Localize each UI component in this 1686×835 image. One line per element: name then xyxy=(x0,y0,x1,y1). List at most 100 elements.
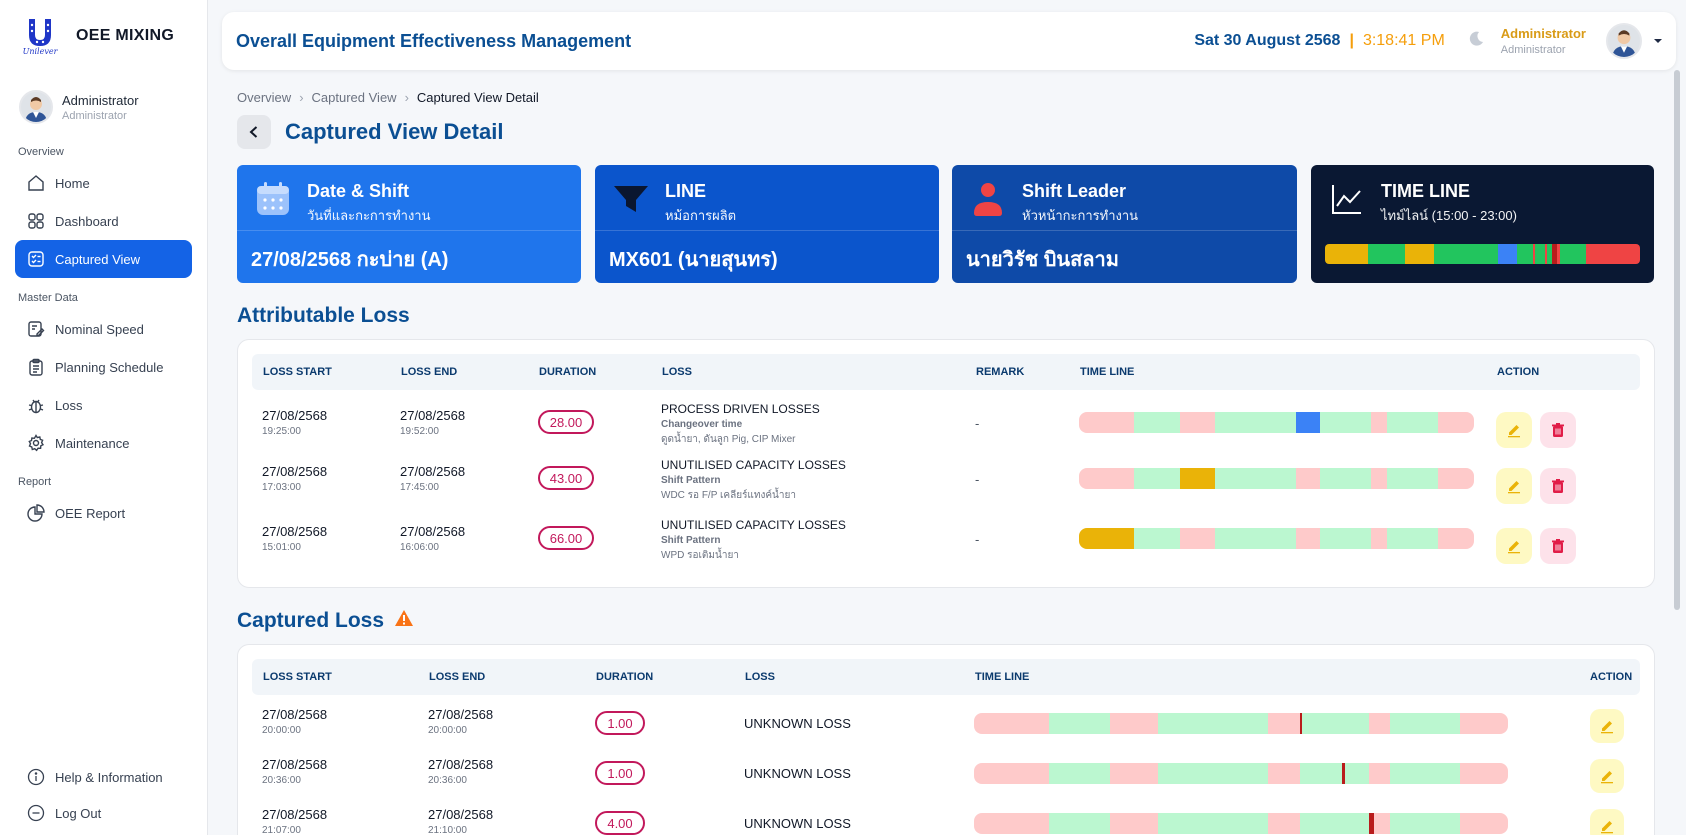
timeline-segment xyxy=(1369,763,1391,784)
pencil-icon xyxy=(1601,821,1613,834)
pencil-icon xyxy=(1508,425,1520,438)
delete-button[interactable] xyxy=(1540,468,1576,504)
nav-planning-schedule-label: Planning Schedule xyxy=(55,359,164,375)
timeline-segment xyxy=(1517,244,1533,264)
timeline-segment xyxy=(1215,528,1297,549)
duration-badge: 66.00 xyxy=(538,526,594,550)
timeline-segment xyxy=(1299,763,1343,784)
nav-home-label: Home xyxy=(55,175,90,191)
delete-button[interactable] xyxy=(1540,412,1576,448)
nav-help[interactable]: Help & Information xyxy=(15,759,193,795)
sidebar-user[interactable]: Administrator Administrator xyxy=(0,72,207,132)
card-date-shift: Date & Shift วันที่และกะการทำงาน 27/08/2… xyxy=(237,165,581,283)
section-overview: Overview xyxy=(18,146,64,158)
loss-end-date: 27/08/2568 xyxy=(428,757,494,772)
page-scrollbar[interactable] xyxy=(1674,70,1680,610)
breadcrumb-captured-view[interactable]: Captured View xyxy=(312,90,397,105)
header-separator: | xyxy=(1349,32,1354,49)
dashboard-icon xyxy=(25,210,47,232)
top-header: Overall Equipment Effectiveness Manageme… xyxy=(222,12,1676,70)
nav-loss-label: Loss xyxy=(55,397,83,413)
sidebar-user-role: Administrator xyxy=(62,109,127,122)
timeline-segment xyxy=(1390,763,1460,784)
nav-captured-view[interactable]: Captured View xyxy=(15,240,192,278)
nav-maintenance[interactable]: Maintenance xyxy=(15,424,192,462)
edit-button[interactable] xyxy=(1590,759,1624,793)
row-timeline-bar[interactable] xyxy=(1079,468,1474,489)
timeline-segment xyxy=(974,813,1049,834)
nav-home[interactable]: Home xyxy=(15,164,192,202)
delete-button[interactable] xyxy=(1540,528,1576,564)
breadcrumb-overview[interactable]: Overview xyxy=(237,90,291,105)
row-timeline-bar[interactable] xyxy=(974,813,1508,834)
edit-button[interactable] xyxy=(1496,528,1532,564)
edit-button[interactable] xyxy=(1590,709,1624,743)
nav-dashboard[interactable]: Dashboard xyxy=(15,202,192,240)
edit-button[interactable] xyxy=(1496,412,1532,448)
row-timeline-bar[interactable] xyxy=(974,713,1508,734)
nav-oee-report[interactable]: OEE Report xyxy=(15,494,192,532)
edit-button[interactable] xyxy=(1590,809,1624,835)
timeline-segment xyxy=(1215,468,1297,489)
timeline-segment xyxy=(1535,244,1545,264)
card-line-title: LINE xyxy=(665,181,707,201)
timeline-segment xyxy=(1110,763,1159,784)
col-loss: LOSS xyxy=(662,366,692,378)
timeline-segment xyxy=(1374,813,1391,834)
card-timeline-title: TIME LINE xyxy=(1381,181,1470,201)
nav-logout[interactable]: Log Out xyxy=(15,795,193,831)
nav-nominal-speed[interactable]: Nominal Speed xyxy=(15,310,192,348)
loss-category: UNUTILISED CAPACITY LOSSES xyxy=(661,518,846,532)
timeline-segment xyxy=(1390,713,1460,734)
header-avatar[interactable] xyxy=(1606,23,1642,59)
col-loss-end: LOSS END xyxy=(429,671,486,683)
captured-loss-title-text: Captured Loss xyxy=(237,609,385,632)
duration-badge: 43.00 xyxy=(538,466,594,490)
timeline-segment xyxy=(1301,713,1370,734)
loss-category: PROCESS DRIVEN LOSSES xyxy=(661,402,820,416)
timeline-segment xyxy=(1134,412,1180,433)
moon-icon[interactable] xyxy=(1467,30,1485,53)
trash-icon xyxy=(1552,423,1564,437)
loss-end-date: 27/08/2568 xyxy=(400,408,466,423)
col-action: ACTION xyxy=(1590,671,1633,683)
caret-down-icon[interactable] xyxy=(1652,32,1664,50)
table-header: LOSS START LOSS END DURATION LOSS REMARK… xyxy=(252,354,1640,390)
timeline-segment xyxy=(1387,468,1439,489)
loss-note: ดูดน้ำยา, ดันลูก Pig, CIP Mixer xyxy=(661,434,796,445)
timeline-segment xyxy=(1367,244,1406,264)
loss-start-time: 15:01:00 xyxy=(262,542,301,553)
duration-badge: 1.00 xyxy=(595,711,645,735)
col-action: ACTION xyxy=(1497,366,1540,378)
timeline-segment xyxy=(1296,528,1320,549)
row-timeline-bar[interactable] xyxy=(1079,528,1474,549)
card-shift-leader-subtitle: หัวหน้ากะการทำงาน xyxy=(1022,208,1139,223)
card-date-shift-subtitle: วันที่และกะการทำงาน xyxy=(307,208,431,223)
timeline-segment xyxy=(1319,468,1372,489)
shift-timeline-bar[interactable] xyxy=(1325,244,1640,264)
col-loss: LOSS xyxy=(745,671,775,683)
nav-planning-schedule[interactable]: Planning Schedule xyxy=(15,348,192,386)
edit-button[interactable] xyxy=(1496,468,1532,504)
loss-start-date: 27/08/2568 xyxy=(262,707,328,722)
pie-chart-icon xyxy=(25,502,47,524)
col-timeline: TIME LINE xyxy=(1080,366,1135,378)
captured-loss-title: Captured Loss xyxy=(237,609,414,633)
timeline-segment xyxy=(1048,713,1111,734)
timeline-segment xyxy=(1390,813,1460,834)
app-title: OEE MIXING xyxy=(76,27,175,44)
header-user[interactable]: Administrator Administrator xyxy=(1501,26,1586,56)
loss-end-date: 27/08/2568 xyxy=(428,707,494,722)
row-timeline-bar[interactable] xyxy=(1079,412,1474,433)
timeline-segment xyxy=(1267,713,1300,734)
back-button[interactable] xyxy=(237,115,271,149)
loss-category: UNUTILISED CAPACITY LOSSES xyxy=(661,458,846,472)
nav-loss[interactable]: Loss xyxy=(15,386,192,424)
duration-badge: 4.00 xyxy=(595,811,645,835)
loss-subcategory: Shift Pattern xyxy=(661,535,721,546)
table-row: 27/08/2568 20:36:00 27/08/2568 20:36:00 1.… xyxy=(238,755,1654,805)
pencil-icon xyxy=(1508,481,1520,494)
loss-category: UNKNOWN LOSS xyxy=(744,716,851,731)
loss-start-time: 20:36:00 xyxy=(262,775,301,786)
row-timeline-bar[interactable] xyxy=(974,763,1508,784)
